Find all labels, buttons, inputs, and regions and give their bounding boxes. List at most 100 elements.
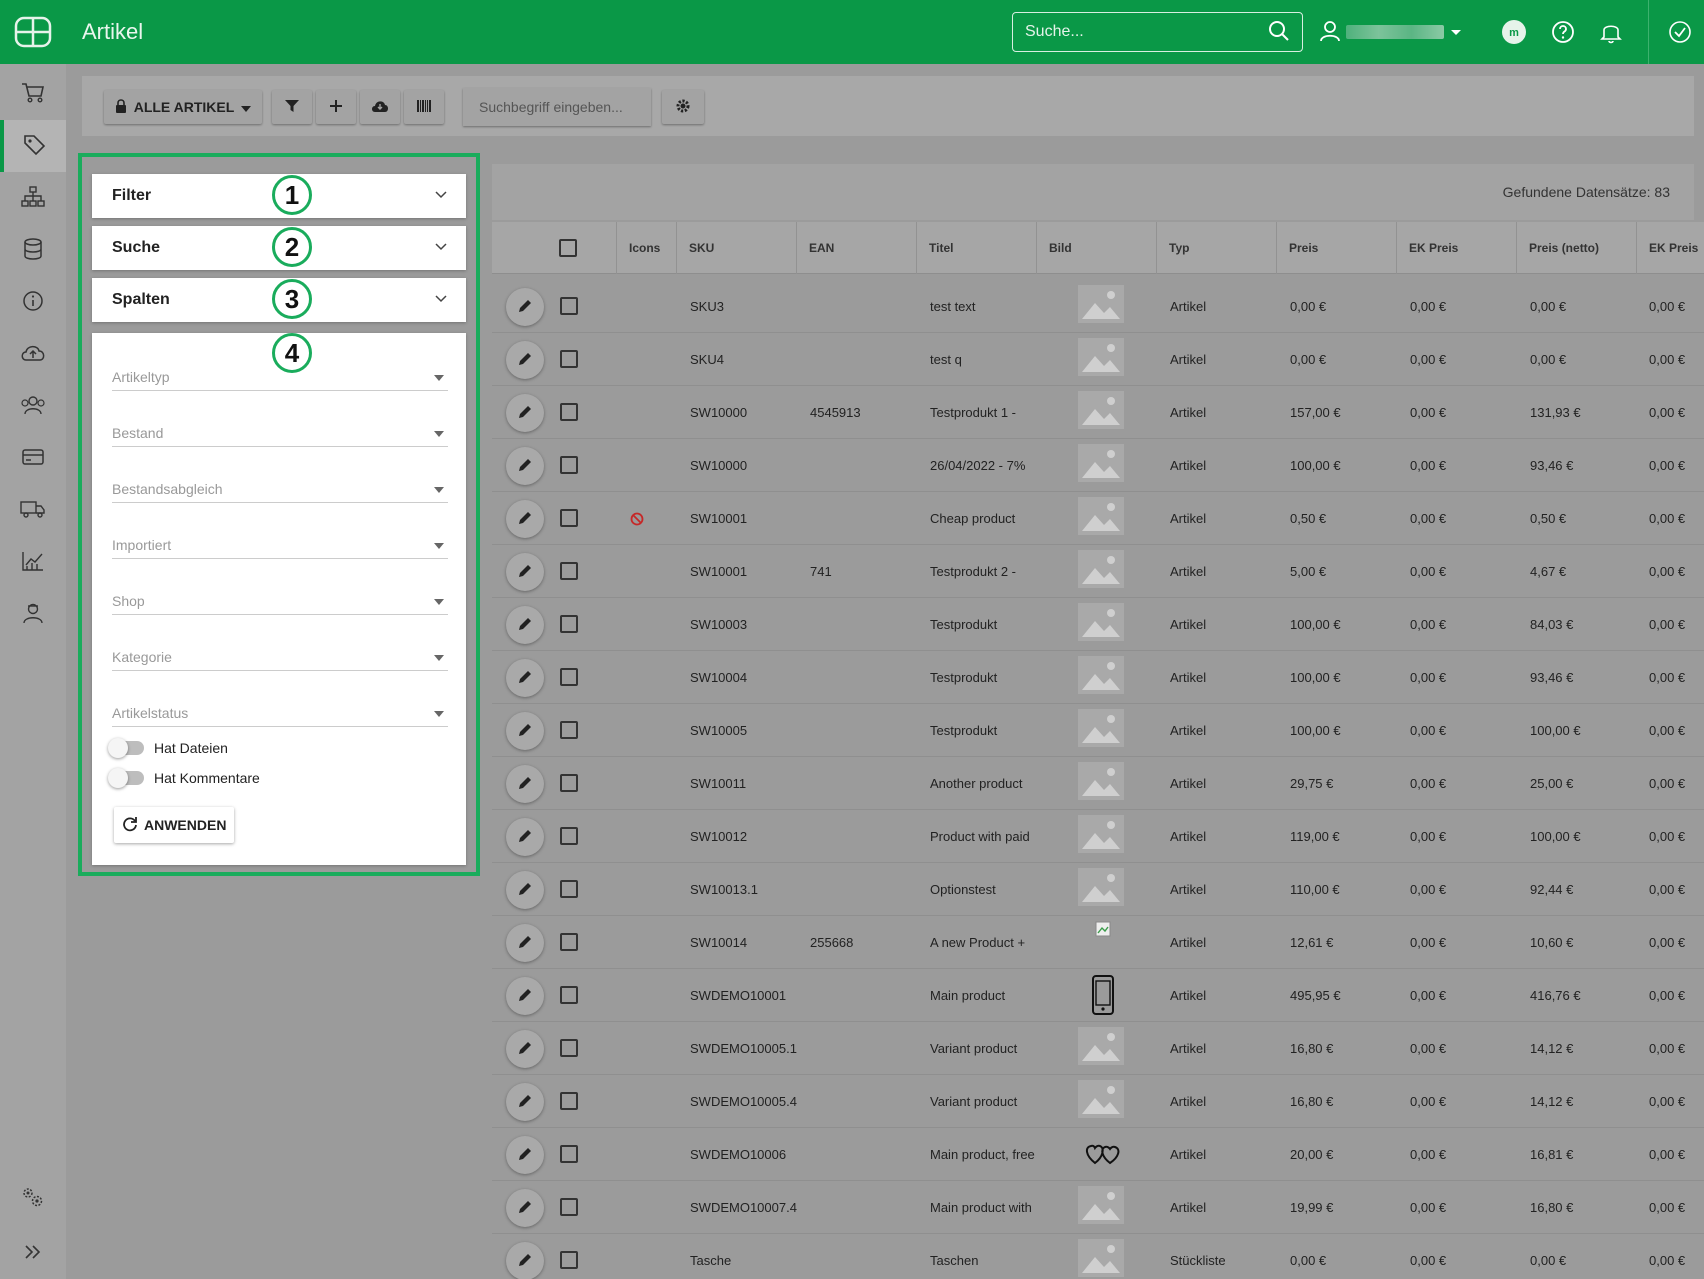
edit-button[interactable] — [506, 606, 544, 644]
sidebar-item-staff[interactable] — [0, 588, 66, 640]
edit-button[interactable] — [506, 447, 544, 485]
table-row[interactable]: Tasche Taschen Stückliste 0,00 € 0,00 € 0,00 … — [492, 1234, 1704, 1279]
edit-button[interactable] — [506, 818, 544, 856]
edit-button[interactable] — [506, 394, 544, 432]
row-checkbox[interactable] — [560, 1039, 578, 1057]
table-row[interactable]: SW10001 Cheap product Artikel 0,50 € 0,00 € 0… — [492, 492, 1704, 545]
table-row[interactable]: SW10000 4545913 Testprodukt 1 - Artikel 157,… — [492, 386, 1704, 439]
column-header-purchase-price[interactable]: EK Preis — [1396, 222, 1516, 274]
sidebar-item-cloud[interactable] — [0, 328, 66, 380]
row-checkbox[interactable] — [560, 403, 578, 421]
row-checkbox[interactable] — [560, 1145, 578, 1163]
edit-button[interactable] — [506, 977, 544, 1015]
select-all-checkbox[interactable] — [559, 239, 577, 257]
column-header-purchase-price-2[interactable]: EK Preis — [1636, 222, 1704, 274]
row-checkbox[interactable] — [560, 297, 578, 315]
table-row[interactable]: SW10001 741 Testprodukt 2 - Artikel 5,00 € 0,… — [492, 545, 1704, 598]
column-header-price[interactable]: Preis — [1276, 222, 1396, 274]
sidebar-item-orders[interactable] — [0, 68, 66, 120]
user-menu[interactable] — [1320, 18, 1462, 46]
check-circle-icon[interactable] — [1666, 18, 1694, 46]
sidebar-item-customers[interactable] — [0, 380, 66, 432]
row-checkbox[interactable] — [560, 509, 578, 527]
row-checkbox[interactable] — [560, 1198, 578, 1216]
sidebar-expand-button[interactable] — [0, 1227, 66, 1279]
table-row[interactable]: SW10014 255668 A new Product + Artikel 12,61… — [492, 916, 1704, 969]
app-logo-icon[interactable] — [0, 0, 66, 64]
edit-button[interactable] — [506, 924, 544, 962]
row-checkbox[interactable] — [560, 1251, 578, 1269]
table-row[interactable]: SKU3 test text Artikel 0,00 € 0,00 € 0,00 € 0,… — [492, 280, 1704, 333]
global-search[interactable] — [1012, 12, 1303, 52]
edit-button[interactable] — [506, 341, 544, 379]
table-row[interactable]: SWDEMO10007.4 Main product with Artikel 19,… — [492, 1181, 1704, 1234]
row-checkbox[interactable] — [560, 721, 578, 739]
row-checkbox[interactable] — [560, 668, 578, 686]
edit-button[interactable] — [506, 553, 544, 591]
all-articles-button[interactable]: ALLE ARTIKEL — [104, 90, 262, 124]
edit-button[interactable] — [506, 871, 544, 909]
edit-button[interactable] — [506, 765, 544, 803]
edit-button[interactable] — [506, 1083, 544, 1121]
add-button[interactable] — [316, 90, 356, 124]
column-header-image[interactable]: Bild — [1036, 222, 1156, 274]
column-header-type[interactable]: Typ — [1156, 222, 1276, 274]
row-checkbox[interactable] — [560, 827, 578, 845]
table-row[interactable]: SW10005 Testprodukt Artikel 100,00 € 0,00 € 1… — [492, 704, 1704, 757]
article-search-input[interactable] — [479, 99, 635, 115]
filter-button[interactable] — [272, 90, 312, 124]
row-checkbox[interactable] — [560, 456, 578, 474]
edit-button[interactable] — [506, 712, 544, 750]
row-checkbox[interactable] — [560, 350, 578, 368]
edit-button[interactable] — [506, 1030, 544, 1068]
column-header-ean[interactable]: EAN — [796, 222, 916, 274]
column-header-net-price[interactable]: Preis (netto) — [1516, 222, 1636, 274]
column-header-icons[interactable]: Icons — [616, 222, 676, 274]
row-checkbox[interactable] — [560, 774, 578, 792]
cloud-download-button[interactable] — [360, 90, 400, 124]
category-select[interactable]: Kategorie — [112, 641, 448, 671]
has-files-toggle-row[interactable]: Hat Dateien — [108, 737, 228, 759]
table-row[interactable]: SW10004 Testprodukt Artikel 100,00 € 0,00 € 9… — [492, 651, 1704, 704]
table-row[interactable]: SKU4 test q Artikel 0,00 € 0,00 € 0,00 € 0,00 … — [492, 333, 1704, 386]
sidebar-item-categories[interactable] — [0, 172, 66, 224]
row-checkbox[interactable] — [560, 1092, 578, 1110]
sidebar-item-info[interactable] — [0, 276, 66, 328]
edit-button[interactable] — [506, 1136, 544, 1174]
imported-select[interactable]: Importiert — [112, 529, 448, 559]
sidebar-item-payments[interactable] — [0, 432, 66, 484]
table-row[interactable]: SW10003 Testprodukt Artikel 100,00 € 0,00 € 8… — [492, 598, 1704, 651]
has-files-toggle[interactable] — [108, 738, 144, 758]
table-row[interactable]: SW10000 26/04/2022 - 7% Artikel 100,00 € 0,0… — [492, 439, 1704, 492]
column-header-title[interactable]: Titel — [916, 222, 1036, 274]
row-checkbox[interactable] — [560, 986, 578, 1004]
sidebar-item-settings[interactable] — [0, 1172, 66, 1224]
shop-select[interactable]: Shop — [112, 585, 448, 615]
column-header-sku[interactable]: SKU — [676, 222, 796, 274]
sidebar-item-stock[interactable] — [0, 224, 66, 276]
shop-logo-icon[interactable]: m — [1500, 18, 1528, 46]
edit-button[interactable] — [506, 1242, 544, 1279]
row-checkbox[interactable] — [560, 562, 578, 580]
bell-icon[interactable] — [1597, 18, 1625, 46]
sidebar-item-shipping[interactable] — [0, 484, 66, 536]
row-checkbox[interactable] — [560, 880, 578, 898]
article-search[interactable] — [463, 88, 651, 126]
edit-button[interactable] — [506, 659, 544, 697]
row-checkbox[interactable] — [560, 933, 578, 951]
edit-button[interactable] — [506, 288, 544, 326]
search-icon[interactable] — [1268, 20, 1290, 45]
table-row[interactable]: SW10011 Another product Artikel 29,75 € 0,00… — [492, 757, 1704, 810]
row-checkbox[interactable] — [560, 615, 578, 633]
help-icon[interactable] — [1549, 18, 1577, 46]
table-row[interactable]: SWDEMO10001 Main product Artikel 495,95 € 0,… — [492, 969, 1704, 1022]
settings-button[interactable] — [662, 90, 704, 124]
table-row[interactable]: SWDEMO10005.4 Variant product Artikel 16,80… — [492, 1075, 1704, 1128]
stock-select[interactable]: Bestand — [112, 417, 448, 447]
edit-button[interactable] — [506, 1189, 544, 1227]
stock-sync-select[interactable]: Bestandsabgleich — [112, 473, 448, 503]
table-row[interactable]: SW10013.1 Optionstest Artikel 110,00 € 0,00 … — [492, 863, 1704, 916]
edit-button[interactable] — [506, 500, 544, 538]
article-status-select[interactable]: Artikelstatus — [112, 697, 448, 727]
table-row[interactable]: SWDEMO10006 Main product, free Artikel 20,0… — [492, 1128, 1704, 1181]
